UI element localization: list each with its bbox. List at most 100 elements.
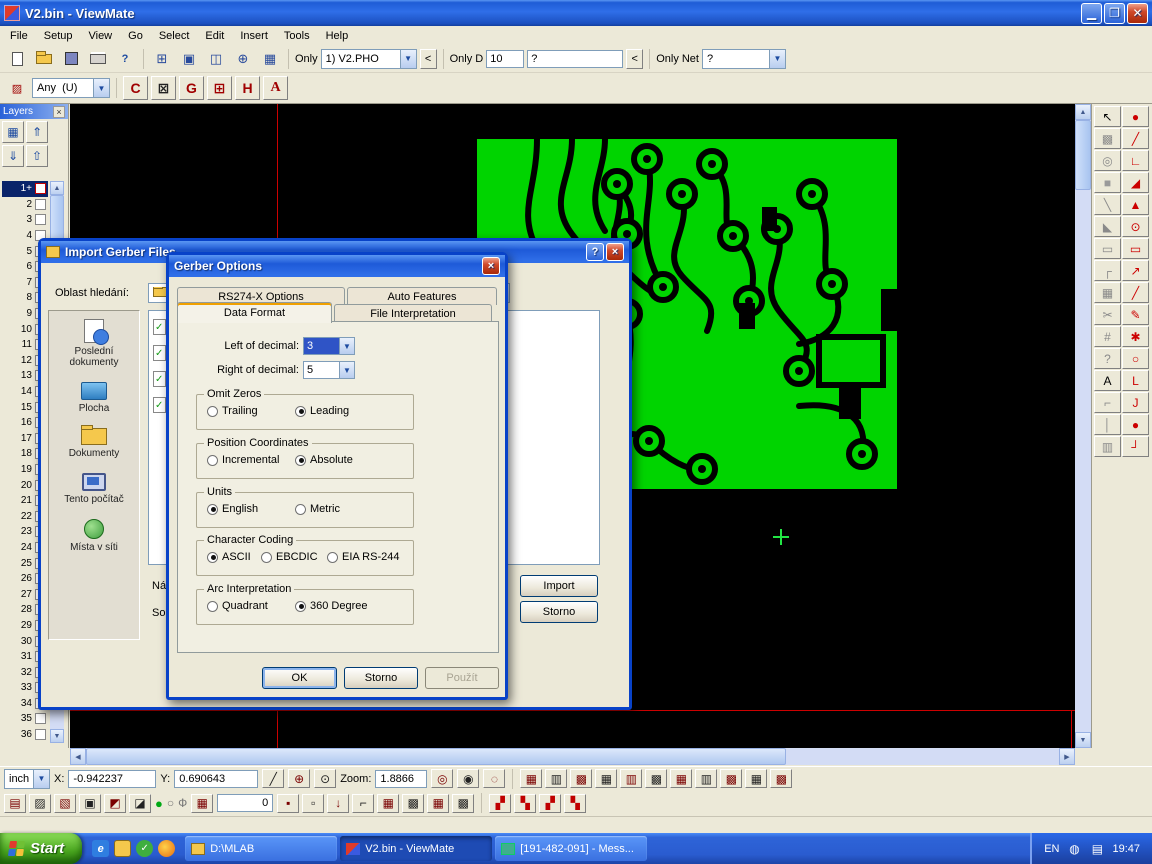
hatch-tool-icon[interactable]: # [1094,326,1121,347]
layers-tool-icon[interactable]: ▩ [1094,128,1121,149]
radio-ascii[interactable]: ASCII [207,551,251,563]
menu-item-select[interactable]: Select [151,28,198,44]
menu-item-view[interactable]: View [80,28,120,44]
gerber-file-icon[interactable] [153,397,166,413]
tab-auto-features[interactable]: Auto Features [347,287,497,305]
status-grid-icon[interactable]: ▦ [745,769,767,788]
triangle-tool-icon[interactable]: ▲ [1122,194,1149,215]
menu-item-setup[interactable]: Setup [36,28,81,44]
pattern-icon[interactable]: ▚ [514,794,536,813]
menu-item-insert[interactable]: Insert [232,28,276,44]
snap-grid-icon[interactable]: ↓ [327,794,349,813]
label-tool-icon[interactable]: L [1122,370,1149,391]
bend-tool-icon[interactable]: ┘ [1122,436,1149,457]
layer-down-button[interactable]: ⇓ [2,145,24,167]
start-button[interactable]: Start [0,833,82,864]
pattern-icon[interactable]: ▞ [489,794,511,813]
storno-button[interactable]: Storno [520,601,598,623]
radio-incremental[interactable]: Incremental [207,454,279,466]
view-tool-icon[interactable]: ◎ [1094,150,1121,171]
layer-color-box[interactable] [35,183,46,194]
place-4[interactable]: Místa v síti [49,519,139,553]
context-help-icon[interactable]: ? [113,48,137,70]
select-tool-icon[interactable]: ↖ [1094,106,1121,127]
slope-tool-icon[interactable]: ◢ [1122,172,1149,193]
origin-icon[interactable]: ⊕ [231,48,255,70]
snap-grid-icon[interactable]: ▦ [427,794,449,813]
gerber-options-titlebar[interactable]: Gerber Options × [169,255,505,277]
notch-tool-icon[interactable]: ⌐ [1094,392,1121,413]
pattern-icon[interactable]: ▞ [539,794,561,813]
only-net-label[interactable]: Only [656,53,679,65]
apply-button[interactable]: Použít [425,667,499,689]
snap-grid-icon[interactable]: ▫ [302,794,324,813]
measure-icon[interactable]: ╱ [262,769,284,788]
scroll-up-icon[interactable]: ▲ [50,181,64,195]
edit-tool-icon[interactable]: ✎ [1122,304,1149,325]
chevron-down-icon[interactable]: ▼ [339,362,354,378]
help-icon[interactable]: ? [586,243,604,261]
unit-combo[interactable]: inch ▼ [4,769,50,789]
chevron-down-icon[interactable]: ▼ [339,338,354,354]
scroll-down-icon[interactable]: ▼ [50,729,64,743]
chevron-down-icon[interactable]: ▼ [93,79,109,97]
new-file-icon[interactable] [5,48,29,70]
radio-ebcdic[interactable]: EBCDIC [261,551,318,563]
tool-grid-icon[interactable]: ▧ [54,794,76,813]
task-button[interactable]: [191-482-091] - Mess... [495,836,647,861]
gerber-file-icon[interactable] [153,345,166,361]
menu-item-file[interactable]: File [2,28,36,44]
task-button[interactable]: D:\MLAB [185,836,337,861]
dcode-input[interactable]: 10 [486,50,524,68]
menu-item-edit[interactable]: Edit [197,28,232,44]
only-d-label[interactable]: Only [450,53,473,65]
shield-icon[interactable]: ✓ [136,840,153,857]
menu-item-go[interactable]: Go [120,28,151,44]
radio-absolute[interactable]: Absolute [295,454,353,466]
layer-color-box[interactable] [35,713,46,724]
layer-row[interactable]: 1+ [2,181,48,197]
status-grid-icon[interactable]: ▥ [545,769,567,788]
radio-trailing[interactable]: Trailing [207,405,258,417]
open-file-icon[interactable] [32,48,56,70]
block-tool-icon[interactable]: ■ [1094,172,1121,193]
ok-button[interactable]: OK [262,667,337,689]
frame-tool-icon[interactable]: ▭ [1094,238,1121,259]
close-icon[interactable]: × [53,106,65,118]
item-filter-combo[interactable]: Any (U) ▼ [32,78,110,98]
scroll-left-icon[interactable]: ◀ [70,748,86,765]
tool-grid-icon[interactable]: ◪ [129,794,151,813]
hook-tool-icon[interactable]: J [1122,392,1149,413]
internet-explorer-icon[interactable]: e [92,840,109,857]
status-grid-icon[interactable]: ▩ [770,769,792,788]
layer-combo[interactable]: 1) V2.PHO ▼ [321,49,417,69]
aperture-tool-icon[interactable]: ▭ [1122,238,1149,259]
tool-grid-icon[interactable]: ▣ [79,794,101,813]
grid-aperture-button[interactable]: ⊞ [207,76,232,100]
chevron-down-icon[interactable]: ▼ [400,50,416,68]
scroll-thumb[interactable] [86,748,786,765]
minimize-button[interactable]: ▁ [1081,3,1102,24]
status-grid-icon[interactable]: ▦ [520,769,542,788]
task-button[interactable]: V2.bin - ViewMate [340,836,492,861]
chevron-down-icon[interactable]: ▼ [33,770,49,788]
tab-data-format[interactable]: Data Format [177,302,332,323]
gerber-file-icon[interactable] [153,371,166,387]
only-layer-label[interactable]: Only [295,53,318,65]
close-icon[interactable]: × [482,257,500,275]
place-2[interactable]: Dokumenty [49,428,139,459]
layer-top-button[interactable]: ⇑ [26,121,48,143]
snap-grid-icon[interactable]: ▩ [452,794,474,813]
layer-row[interactable]: 36 [2,727,48,743]
corner-tool-icon[interactable]: ∟ [1122,150,1149,171]
layer-row[interactable]: 2 [2,197,48,213]
layer-grid-button[interactable]: ▦ [2,121,24,143]
scroll-up-icon[interactable]: ▲ [1075,104,1091,120]
language-indicator[interactable]: EN [1044,843,1059,855]
chevron-down-icon[interactable]: ▼ [769,50,785,68]
grid-toggle-icon[interactable]: ▦ [191,794,213,813]
highlight-icon[interactable]: ▣ [177,48,201,70]
zoom-in-icon[interactable]: ◎ [431,769,453,788]
place-0[interactable]: Poslední dokumenty [49,319,139,368]
cut-tool-icon[interactable]: ✂ [1094,304,1121,325]
